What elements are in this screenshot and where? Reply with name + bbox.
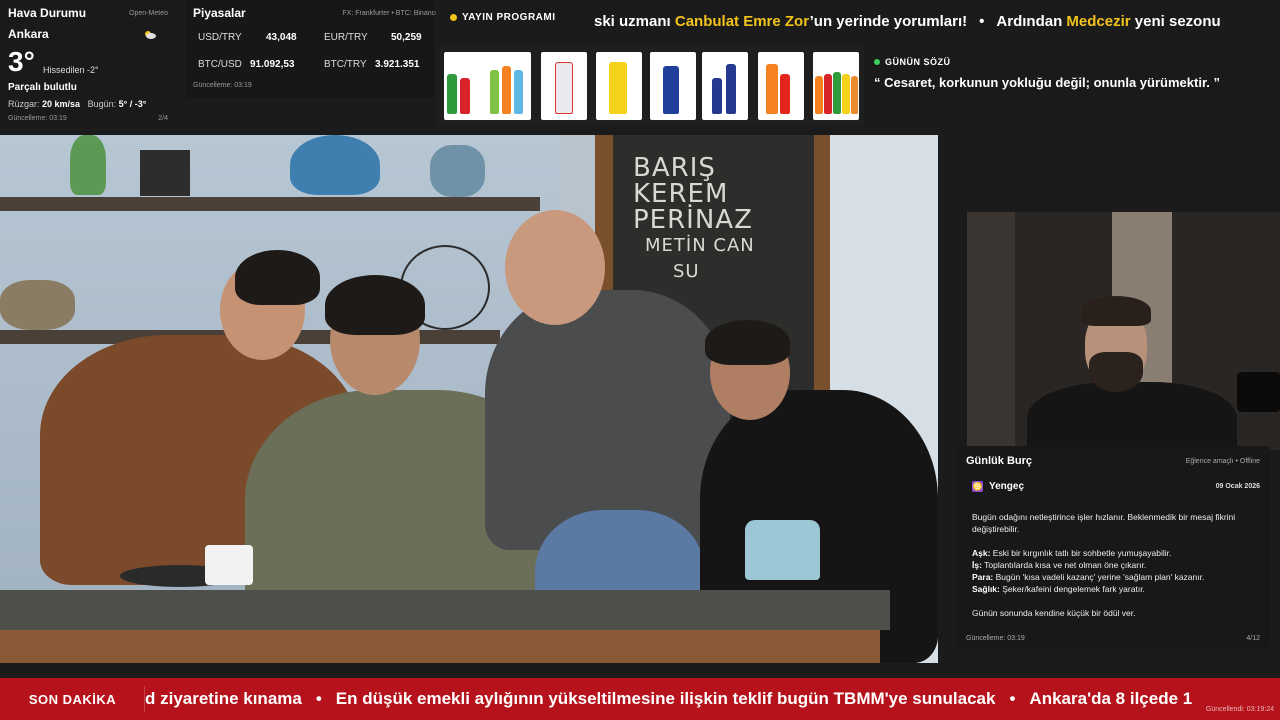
chalk-name: PERİNAZ — [633, 205, 753, 235]
horoscope-line-value: Bugün 'kısa vadeli kazanç' yerine 'sağla… — [993, 572, 1205, 582]
weather-temp: 3° — [8, 46, 35, 77]
program-ticker: YAYIN PROGRAMI ski uzmanı Canbulat Emre … — [436, 0, 1280, 46]
horoscope-sign: ♋ Yengeç — [972, 481, 1024, 492]
weather-condition: Parçalı bulutlu — [8, 82, 77, 93]
horoscope-line-value: Toplantılarda kısa ve net olman öne çıka… — [981, 560, 1147, 570]
market-row-eurtry: EUR/TRY 50,259 — [324, 32, 422, 43]
weather-page: 2/4 — [158, 115, 168, 122]
ticker-text: ’un yerinde yorumları! — [809, 13, 968, 30]
horoscope-intro: Bugün odağını netleştirince işler hızlan… — [972, 512, 1236, 534]
quote-title: GÜNÜN SÖZÜ — [874, 57, 1272, 67]
ticker-text: yeni sezonu — [1130, 13, 1221, 30]
ticker-highlight: Medcezir — [1066, 13, 1131, 30]
chalk-name: BARIŞ — [633, 153, 716, 183]
microphone — [1237, 372, 1280, 412]
today-value: 5° / -3° — [118, 99, 147, 109]
product-image — [758, 52, 804, 120]
program-label: YAYIN PROGRAMI — [450, 12, 556, 23]
horoscope-source: Eğlence amaçlı • Offline — [1185, 458, 1260, 465]
horoscope-sign-name: Yengeç — [989, 481, 1025, 492]
chalk-name: SU — [673, 261, 700, 282]
product-image — [541, 52, 587, 120]
ticker-highlight: Canbulat Emre Zor — [674, 13, 810, 30]
program-ticker-text: ski uzmanı Canbulat Emre Zor’un yerinde … — [594, 13, 1221, 30]
horoscope-line: İş: Toplantılarda kısa ve net olman öne … — [972, 559, 1257, 571]
product-image — [813, 52, 859, 120]
ticker-separator: • — [979, 13, 985, 30]
markets-source: FX: Frankfurter • BTC: Binance — [342, 10, 439, 17]
streamer-webcam — [967, 212, 1280, 450]
program-label-text: YAYIN PROGRAMI — [462, 12, 556, 23]
market-value: 91.092,53 — [250, 59, 295, 70]
market-key: USD/TRY — [198, 32, 242, 43]
market-key: EUR/TRY — [324, 32, 368, 43]
horoscope-line-key: Sağlık: — [972, 584, 1000, 594]
market-row-usdtry: USD/TRY 43,048 — [198, 32, 297, 43]
quote-title-text: GÜNÜN SÖZÜ — [885, 57, 951, 67]
product-image — [650, 52, 696, 120]
horoscope-line: Sağlık: Şeker/kafeini dengelemek fark ya… — [972, 583, 1257, 595]
partly-cloudy-icon — [144, 30, 156, 41]
markets-panel: Piyasalar FX: Frankfurter • BTC: Binance… — [185, 0, 439, 98]
horoscope-date: 09 Ocak 2026 — [1215, 483, 1260, 490]
market-value: 50,259 — [391, 32, 422, 43]
product-image — [485, 52, 531, 120]
markets-updated: Güncelleme: 03:19 — [193, 82, 252, 89]
breaking-news-item: En düşük emekli aylığının yükseltilmesin… — [335, 689, 996, 708]
wind-value: 20 km/sa — [42, 99, 81, 109]
cancer-sign-icon: ♋ — [972, 481, 983, 492]
horoscope-line-key: İş: — [972, 560, 982, 570]
weather-panel: Hava Durumu Open-Meteo Ankara 3° Hissedi… — [0, 0, 178, 128]
market-value: 3.921.351 — [375, 59, 420, 70]
ticker-separator: • — [1009, 689, 1016, 708]
quote-of-the-day: GÜNÜN SÖZÜ “ Cesaret, korkunun yokluğu d… — [866, 50, 1280, 118]
horoscope-closing: Günün sonunda kendine küçük bir ödül ver… — [972, 608, 1136, 618]
weather-wind: Rüzgar: 20 km/sa Bugün: 5° / -3° — [8, 99, 146, 109]
horoscope-line-value: Şeker/kafeini dengelemek fark yaratır. — [999, 584, 1145, 594]
breaking-news-updated: Güncellendi: 03:19:24 — [1205, 706, 1274, 713]
market-value: 43,048 — [266, 32, 297, 43]
horoscope-page: 4/12 — [1246, 635, 1260, 642]
product-image — [444, 52, 490, 120]
horoscope-line-key: Aşk: — [972, 548, 991, 558]
wind-label: Rüzgar: — [8, 99, 40, 109]
horoscope-line-value: Eski bir kırgınlık tatlı bir sohbetle yu… — [990, 548, 1172, 558]
weather-feels-like: Hissedilen -2° — [43, 65, 99, 75]
breaking-news-ticker: SON DAKİKA d ziyaretine kınama • En düşük … — [0, 678, 1280, 720]
horoscope-updated: Güncelleme: 03:19 — [966, 635, 1025, 642]
market-key: BTC/USD — [198, 59, 242, 70]
market-row-btctry: BTC/TRY 3.921.351 — [324, 59, 420, 70]
quote-text: “ Cesaret, korkunun yokluğu değil; onunl… — [874, 75, 1221, 90]
ticker-separator: • — [315, 689, 322, 708]
market-key: BTC/TRY — [324, 59, 367, 70]
horoscope-body: Bugün odağını netleştirince işler hızlan… — [972, 511, 1257, 619]
horoscope-panel: Günlük Burç Eğlence amaçlı • Offline ♋ Y… — [957, 446, 1270, 648]
product-image — [596, 52, 642, 120]
breaking-news-text: d ziyaretine kınama • En düşük emekli aylı… — [145, 689, 1192, 709]
today-label: Bugün: — [87, 99, 117, 109]
sponsor-products-strip — [436, 46, 864, 126]
ticker-text: ski uzmanı — [594, 13, 675, 30]
horoscope-line-key: Para: — [972, 572, 994, 582]
market-row-btcusd: BTC/USD 91.092,53 — [198, 59, 295, 70]
horoscope-line: Para: Bugün 'kısa vadeli kazanç' yerine … — [972, 571, 1257, 583]
broadcast-video: BARIŞ KEREM PERİNAZ METİN CAN SU — [0, 135, 938, 663]
product-image — [702, 52, 748, 120]
dot-icon — [874, 59, 880, 65]
weather-updated: Güncelleme: 03:19 — [8, 115, 67, 122]
ticker-text: Ardından — [996, 13, 1067, 30]
chalk-name: METİN CAN — [645, 235, 755, 256]
chalk-name: KEREM — [633, 179, 729, 209]
breaking-news-item: d ziyaretine kınama — [145, 689, 302, 708]
breaking-news-label: SON DAKİKA — [0, 678, 145, 720]
chalkboard-names: BARIŞ KEREM PERİNAZ METİN CAN SU — [633, 155, 755, 285]
weather-source: Open-Meteo — [129, 10, 168, 17]
dot-icon — [450, 14, 457, 21]
horoscope-line: Aşk: Eski bir kırgınlık tatlı bir sohbet… — [972, 547, 1257, 559]
breaking-news-item: Ankara'da 8 ilçede 1 — [1029, 689, 1193, 708]
